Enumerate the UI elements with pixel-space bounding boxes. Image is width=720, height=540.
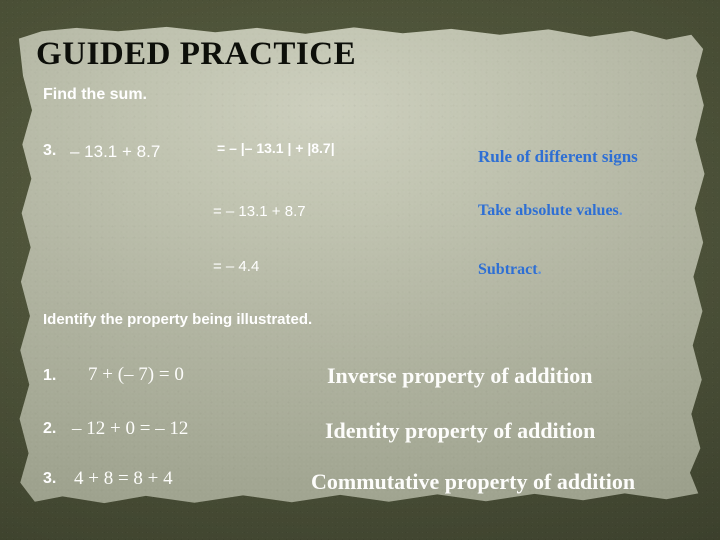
solution-step-3-reason: Subtract. [478, 261, 542, 279]
property-item-3-expression: 4 + 8 = 8 + 4 [74, 468, 173, 489]
slide-content: GUIDED PRACTICE Find the sum. 3. – 13.1 … [0, 0, 720, 540]
property-item-2-expression: – 12 + 0 = – 12 [72, 418, 189, 439]
problem-expression: – 13.1 + 8.7 [70, 142, 161, 161]
property-item-1-number: 1. [43, 367, 57, 384]
property-item-2-answer: Identity property of addition [325, 418, 596, 443]
problem-number: 3. [43, 142, 57, 159]
solution-step-2-reason: Take absolute values. [478, 202, 623, 220]
solution-step-3-work: = – 4.4 [213, 258, 260, 275]
instruction-identify-property: Identify the property being illustrated. [43, 311, 313, 328]
slide-canvas: GUIDED PRACTICE Find the sum. 3. – 13.1 … [0, 0, 720, 540]
solution-step-1-work: = – |– 13.1 | + |8.7| [217, 140, 335, 156]
property-item-3-number: 3. [43, 470, 57, 487]
page-title: GUIDED PRACTICE [36, 36, 357, 72]
solution-step-3-reason-dot: . [537, 261, 542, 278]
solution-step-1-reason: Rule of different signs [478, 147, 638, 167]
property-item-3-answer: Commutative property of addition [311, 469, 636, 494]
instruction-find-the-sum: Find the sum. [43, 86, 147, 103]
solution-step-2-reason-text: Take absolute values [478, 202, 619, 219]
solution-step-2-work: = – 13.1 + 8.7 [213, 203, 306, 220]
solution-step-3-reason-text: Subtract [478, 261, 538, 278]
property-item-1-answer: Inverse property of addition [327, 363, 593, 388]
solution-step-2-reason-dot: . [618, 202, 623, 219]
property-item-1-expression: 7 + (– 7) = 0 [88, 364, 184, 385]
solution-step-1-reason-text: Rule of different signs [478, 147, 638, 166]
property-item-2-number: 2. [43, 420, 57, 437]
